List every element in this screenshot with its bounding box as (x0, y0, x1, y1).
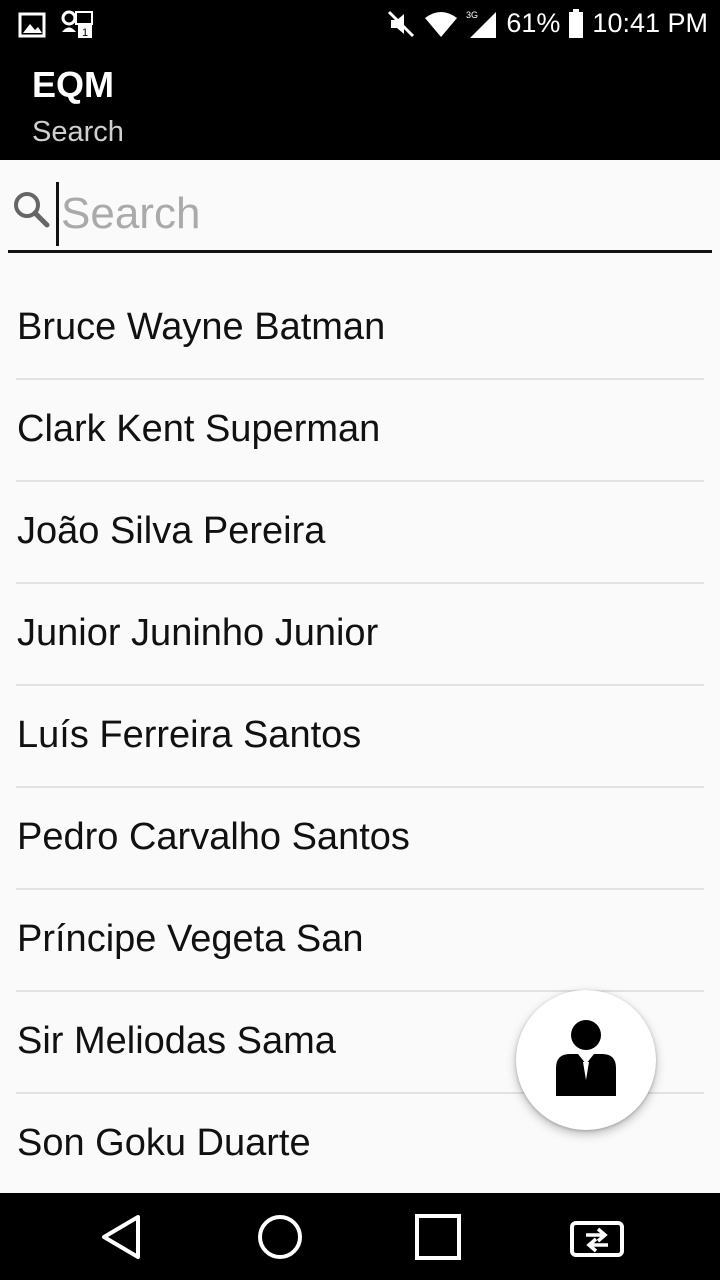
list-item[interactable]: Príncipe Vegeta San (16, 890, 704, 992)
battery-icon (568, 8, 584, 39)
person-tie-icon (556, 1019, 616, 1101)
mute-icon (386, 9, 416, 39)
app-title: EQM (32, 64, 115, 105)
switch-app-icon[interactable] (568, 1213, 626, 1266)
list-item-label: Son Goku Duarte (17, 1122, 311, 1164)
status-bar: 1 3G 61% 10:41 PM (0, 0, 720, 50)
list-item[interactable]: Pedro Carvalho Santos (16, 788, 704, 890)
list-item[interactable]: Junior Juninho Junior (16, 584, 704, 686)
app-bar: EQM Search (0, 50, 720, 160)
navigation-bar (0, 1193, 720, 1280)
svg-text:1: 1 (82, 27, 88, 39)
list-item[interactable]: Clark Kent Superman (16, 380, 704, 482)
list-item-label: Clark Kent Superman (17, 408, 381, 450)
list-item-label: Príncipe Vegeta San (17, 918, 364, 960)
image-icon (18, 12, 46, 38)
list-item-label: Pedro Carvalho Santos (17, 816, 410, 858)
list-item[interactable]: João Silva Pereira (16, 482, 704, 584)
app-subtitle: Search (32, 116, 124, 148)
add-person-fab[interactable] (516, 990, 656, 1130)
list-item[interactable]: Luís Ferreira Santos (16, 686, 704, 788)
network-type-label: 3G (466, 10, 478, 20)
recents-icon[interactable] (414, 1213, 462, 1266)
search-bar (8, 176, 712, 253)
search-icon (12, 190, 52, 235)
notification-icon: 1 (60, 10, 94, 40)
battery-percent: 61% (506, 8, 561, 38)
list-item-label: Bruce Wayne Batman (17, 306, 386, 348)
list-item-label: Sir Meliodas Sama (17, 1020, 336, 1062)
home-icon[interactable] (256, 1213, 304, 1266)
search-input[interactable] (56, 182, 703, 246)
wifi-icon (424, 10, 458, 38)
clock: 10:41 PM (592, 8, 708, 38)
list-item-label: Junior Juninho Junior (17, 612, 379, 654)
back-icon[interactable] (98, 1213, 144, 1266)
signal-icon: 3G (466, 9, 498, 39)
list-item-label: João Silva Pereira (17, 510, 326, 552)
list-item-label: Luís Ferreira Santos (17, 714, 362, 756)
list-item[interactable]: Bruce Wayne Batman (16, 278, 704, 380)
